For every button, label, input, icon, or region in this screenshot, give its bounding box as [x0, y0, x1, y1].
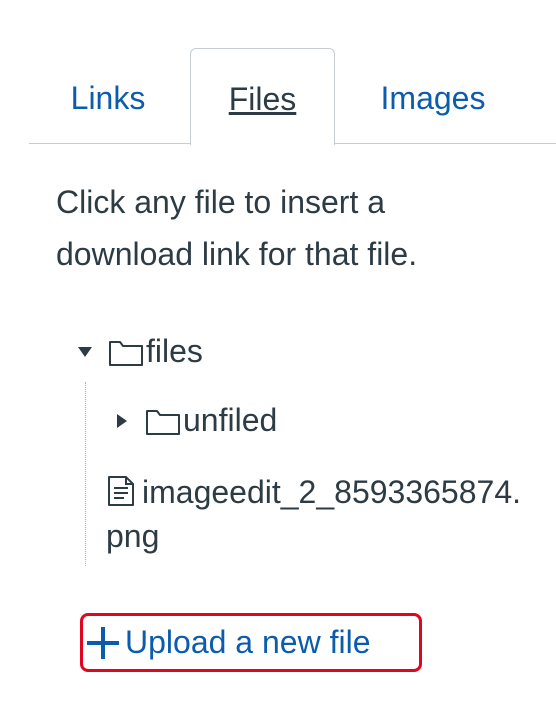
folder-node-unfiled[interactable]: unfiled [117, 402, 277, 439]
caret-right-icon[interactable] [117, 413, 127, 428]
folder-label: unfiled [183, 402, 278, 438]
file-label: imageedit_2_8593365874.png [106, 474, 521, 554]
plus-icon [87, 626, 119, 659]
instructions-text: Click any file to insert a download link… [56, 184, 418, 272]
upload-label: Upload a new file [125, 624, 371, 660]
document-icon [108, 476, 134, 506]
tree-guide-line [85, 382, 86, 566]
folder-icon [109, 340, 143, 366]
folder-label: files [146, 333, 203, 369]
tab-files[interactable]: Files [190, 48, 335, 145]
tab-bar: Links Files Images [0, 0, 556, 145]
caret-down-icon[interactable] [78, 346, 92, 357]
tab-images[interactable]: Images [366, 48, 500, 144]
tab-links[interactable]: Links [54, 48, 162, 144]
file-item[interactable]: imageedit_2_8593365874.png [106, 470, 526, 558]
folder-icon [146, 409, 180, 435]
folder-node-files[interactable]: files [78, 333, 203, 370]
upload-new-file-button[interactable]: Upload a new file [80, 613, 422, 672]
tab-files-label: Files [228, 81, 297, 117]
